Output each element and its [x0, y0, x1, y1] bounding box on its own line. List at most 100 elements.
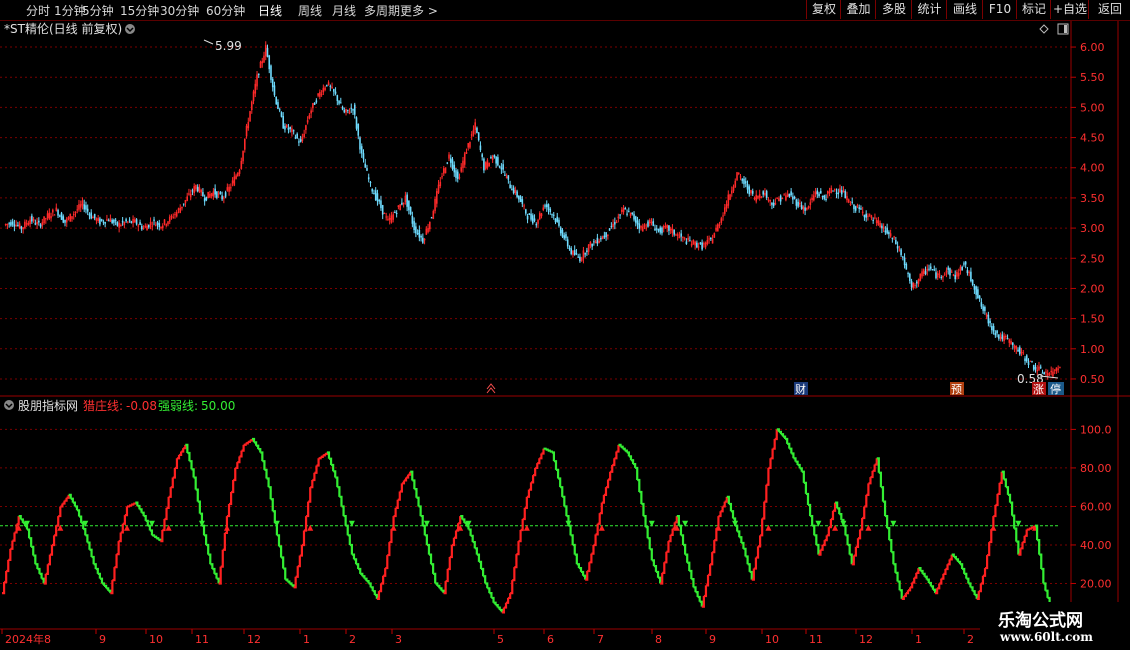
- hunter-line-seg: [320, 455, 324, 458]
- hunter-line-seg: [795, 460, 799, 466]
- candle-body: [346, 109, 349, 111]
- hunter-line-seg: [216, 577, 220, 584]
- candle-body: [127, 221, 129, 223]
- candle-body: [561, 229, 564, 237]
- hunter-line-seg: [593, 534, 597, 547]
- candle-body: [652, 221, 655, 226]
- candle-body: [797, 201, 799, 207]
- candle-body: [610, 225, 613, 228]
- candle-body: [746, 183, 749, 190]
- candle-body: [626, 213, 628, 215]
- candle-body: [1032, 365, 1035, 370]
- candle-body: [1018, 347, 1021, 355]
- main-menu-icon[interactable]: [125, 24, 135, 34]
- candle-body: [755, 194, 758, 202]
- hunter-line-seg: [885, 514, 889, 529]
- candle-body: [357, 123, 360, 136]
- hunter-line-seg: [491, 596, 495, 603]
- candle-body: [151, 225, 154, 227]
- hunter-line-seg: [772, 439, 776, 450]
- hunter-line-seg: [543, 447, 547, 450]
- candle-body: [395, 212, 398, 214]
- hunter-line-seg: [301, 530, 306, 547]
- hunter-line-seg: [14, 524, 18, 534]
- hunter-line-seg: [630, 459, 635, 465]
- candle-body: [839, 188, 841, 193]
- candle-body: [10, 222, 12, 226]
- hunter-line-seg: [535, 463, 539, 470]
- diamond-icon[interactable]: [1039, 24, 1049, 34]
- hunter-line-seg: [810, 514, 814, 526]
- candle-body: [334, 91, 337, 94]
- hunter-line-seg: [151, 534, 156, 537]
- candle-body: [586, 250, 588, 252]
- hunter-line-seg: [689, 569, 693, 580]
- candle-body: [973, 285, 976, 290]
- candle-body: [415, 226, 417, 234]
- candle-body: [734, 180, 737, 187]
- candle-body: [1053, 369, 1056, 371]
- hunter-line-seg: [1007, 493, 1012, 503]
- hunter-line-seg: [510, 580, 514, 595]
- candle-body: [4, 224, 7, 226]
- hunter-line-seg: [285, 578, 289, 582]
- date-tick-17: 1: [915, 633, 922, 646]
- hunter-line-seg: [735, 524, 739, 532]
- hunter-line-seg: [231, 479, 235, 494]
- candle-body: [188, 193, 190, 195]
- hunter-line-seg: [191, 468, 195, 478]
- candle-body: [462, 160, 464, 169]
- hunter-line-seg: [260, 451, 264, 462]
- hunter-line-seg: [503, 602, 508, 609]
- candle-body: [860, 208, 862, 210]
- hunter-line-seg: [95, 567, 99, 574]
- hunter-line-seg: [51, 535, 56, 547]
- hunter-line-seg: [483, 575, 487, 584]
- candle-body: [437, 184, 440, 193]
- candle-body: [741, 178, 744, 181]
- candle-body: [998, 334, 1000, 339]
- candle-body: [572, 250, 574, 255]
- hunter-line-seg: [526, 489, 531, 498]
- hunter-line-seg: [928, 581, 932, 587]
- candle-body: [397, 205, 400, 208]
- hunter-line-seg: [306, 501, 310, 518]
- hunter-line-seg: [914, 572, 918, 579]
- candle-body: [526, 215, 529, 220]
- hunter-line-seg: [149, 529, 154, 536]
- candle-body: [343, 109, 346, 113]
- hunter-line-seg: [545, 448, 549, 451]
- hunter-line-seg: [233, 467, 237, 482]
- hunter-line-seg: [353, 558, 358, 565]
- candle-body: [971, 279, 974, 285]
- hunter-line-seg: [620, 445, 624, 449]
- candle-body: [682, 236, 684, 238]
- candle-body: [193, 186, 195, 194]
- candle-body: [545, 204, 548, 208]
- candle-body: [607, 234, 609, 236]
- hunter-line-seg: [937, 583, 941, 590]
- candle-body: [914, 285, 916, 287]
- hunter-line-seg: [318, 456, 322, 460]
- hunter-line-seg: [214, 572, 218, 579]
- candle-body: [367, 177, 370, 180]
- candle-body: [781, 198, 784, 200]
- kline-chart[interactable]: 6.00 5.50 5.00 4.50 4.00 3.50 3.00 2.50 2.00 1.50…: [0, 0, 1130, 650]
- candle-body: [278, 109, 281, 111]
- sub-menu-icon[interactable]: [4, 400, 14, 410]
- candle-body: [380, 200, 382, 209]
- candle-body: [266, 47, 269, 57]
- hunter-line-seg: [926, 578, 930, 583]
- candle-body: [505, 176, 508, 179]
- hunter-line-seg: [745, 555, 749, 565]
- hunter-line-seg: [453, 530, 458, 539]
- hunter-line-seg: [283, 567, 287, 580]
- hunter-line-seg: [674, 516, 678, 524]
- hunter-line-seg: [468, 528, 472, 536]
- hunter-line-seg: [212, 567, 216, 574]
- candle-body: [111, 219, 113, 224]
- candle-body: [184, 199, 187, 204]
- candle-body: [285, 124, 288, 128]
- price-tick-11: 0.50: [1080, 373, 1105, 386]
- hunter-line-seg: [87, 541, 91, 550]
